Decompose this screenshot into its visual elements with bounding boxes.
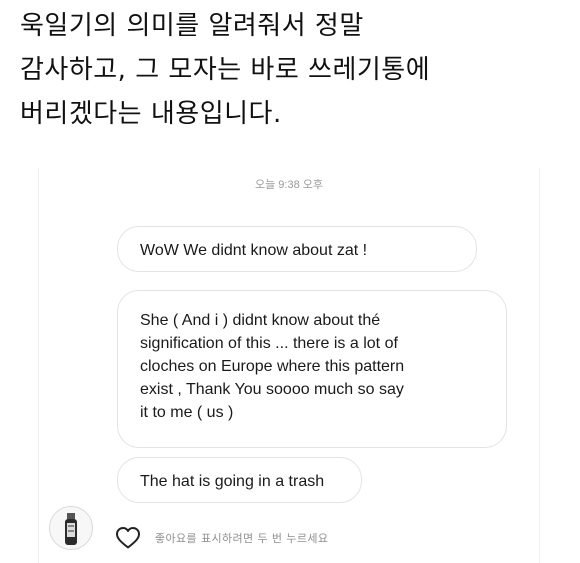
heart-icon[interactable] (115, 526, 141, 550)
message-text: WoW We didnt know about zat ! (140, 242, 368, 259)
sender-avatar[interactable] (49, 506, 93, 550)
message-text: cloches on Europe where this pattern (140, 358, 405, 375)
message-text: exist , Thank You soooo much so say (140, 381, 404, 398)
message-bubble-3[interactable]: The hat is going in a trash (117, 457, 362, 503)
double-tap-hint: 좋아요를 표시하려면 두 번 누르세요 (155, 532, 329, 545)
message-bubble-2[interactable]: She ( And i ) didnt know about thé signi… (117, 290, 507, 448)
message-text: She ( And i ) didnt know about thé (140, 312, 381, 329)
message-bubble-1[interactable]: WoW We didnt know about zat ! (117, 226, 477, 272)
dm-screenshot: 오늘 9:38 오후 WoW We didnt know about zat !… (38, 168, 540, 563)
message-timestamp: 오늘 9:38 오후 (254, 179, 323, 191)
caption-line-3: 버리겠다는 내용입니다. (20, 99, 282, 129)
caption-line-2: 감사하고, 그 모자는 바로 쓰레기통에 (20, 55, 431, 85)
caption-line-1: 욱일기의 의미를 알려줘서 정말 (20, 11, 364, 41)
message-text: signification of this ... there is a lot… (140, 335, 398, 352)
post-caption: 욱일기의 의미를 알려줘서 정말 감사하고, 그 모자는 바로 쓰레기통에 버리… (20, 4, 565, 136)
bottle-avatar-icon (50, 507, 92, 549)
like-row: 좋아요를 표시하려면 두 번 누르세요 (115, 525, 328, 551)
message-text: The hat is going in a trash (140, 473, 325, 490)
message-text: it to me ( us ) (140, 404, 234, 421)
